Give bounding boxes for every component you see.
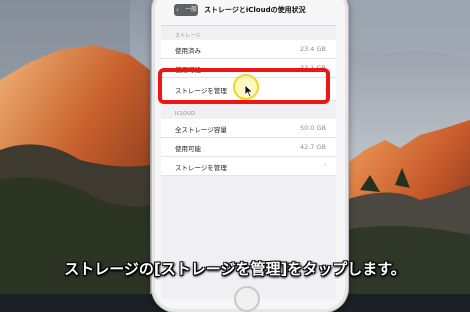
- row-value: 50.0 GB: [299, 124, 326, 132]
- row-label: 全ストレージ容量: [175, 126, 227, 134]
- storage-used-row: 使用済み 23.4 GB: [161, 40, 336, 59]
- icloud-section-header: ICLOUD: [175, 111, 196, 117]
- back-button[interactable]: ‹ 一般: [174, 4, 198, 16]
- page-title: ストレージとiCloudの使用状況: [204, 6, 306, 14]
- chevron-left-icon: ‹: [176, 6, 179, 14]
- row-value: 23.4 GB: [299, 45, 326, 53]
- icloud-available-row: 使用可能 42.7 GB: [161, 138, 336, 157]
- row-label: 使用可能: [175, 145, 201, 153]
- chevron-right-icon: ›: [323, 160, 327, 169]
- settings-screen: ‹ 一般 ストレージとiCloudの使用状況 ストレージ 使用済み 23.4 G…: [161, 0, 336, 299]
- storage-section-header: ストレージ: [175, 33, 201, 39]
- icloud-manage-storage-row[interactable]: ストレージを管理 ›: [161, 157, 336, 176]
- back-button-label: 一般: [185, 6, 198, 13]
- row-value: 42.7 GB: [299, 143, 326, 151]
- row-label: 使用済み: [175, 47, 201, 55]
- navigation-bar: ‹ 一般 ストレージとiCloudの使用状況: [161, 0, 336, 26]
- subtitle-caption: ストレージの[ストレージを管理]をタップします。: [64, 260, 406, 278]
- home-button[interactable]: [234, 286, 260, 312]
- mouse-pointer-icon: [244, 84, 254, 98]
- row-label: ストレージを管理: [175, 164, 227, 172]
- icloud-total-row: 全ストレージ容量 50.0 GB: [161, 119, 336, 138]
